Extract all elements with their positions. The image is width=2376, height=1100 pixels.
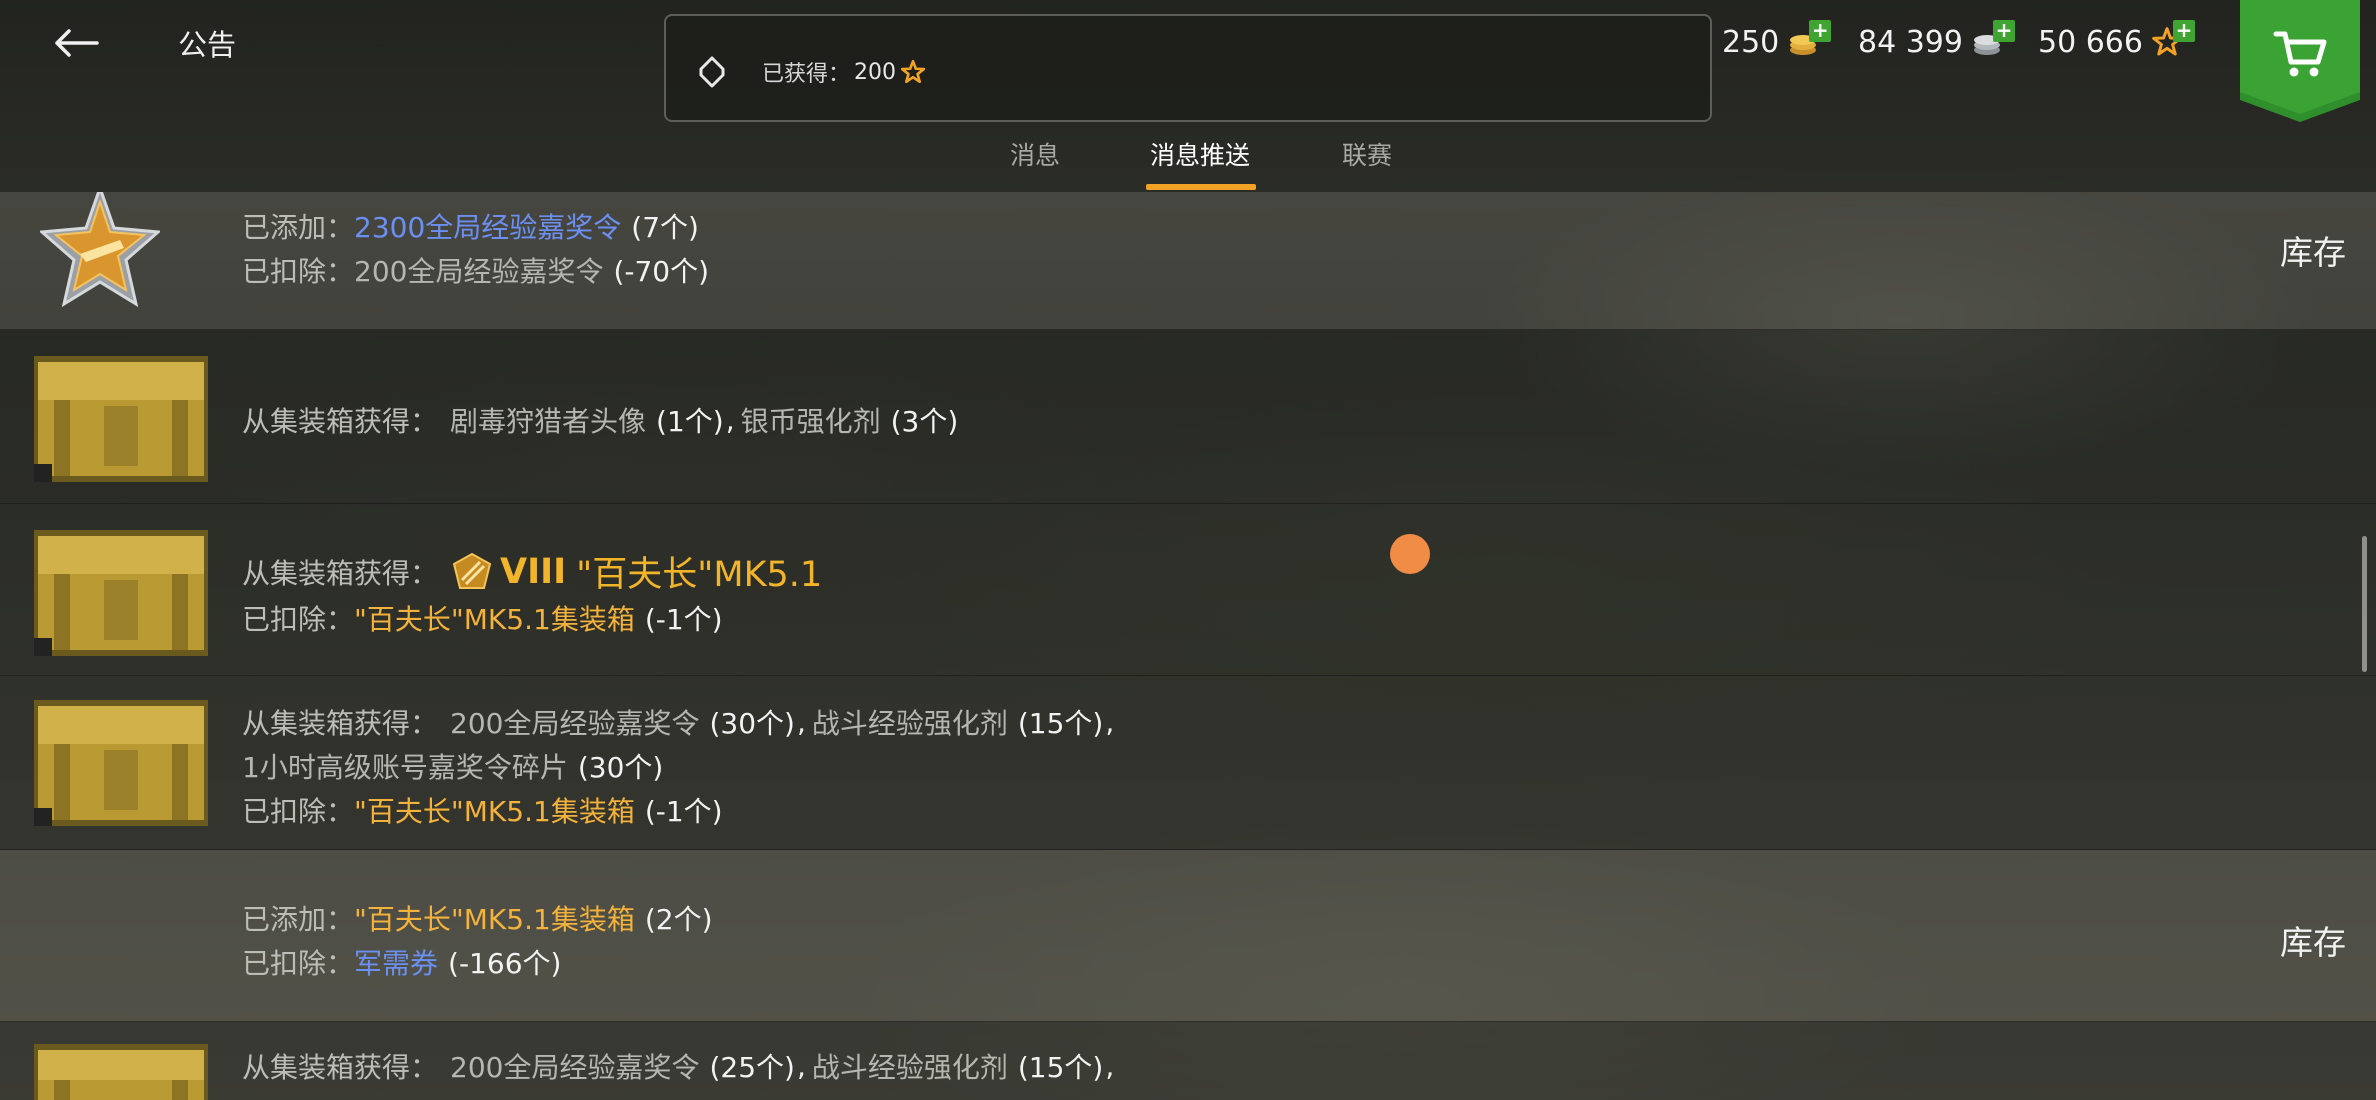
container-crate-icon	[34, 1044, 208, 1100]
top-bar: 公告 已获得： 200 250 + 84 399 + 50 666 + 消息 消…	[0, 0, 2376, 192]
add-gold-icon[interactable]: +	[1809, 20, 1832, 42]
inventory-button[interactable]: 库存	[2280, 226, 2346, 274]
tab-bar: 消息 消息推送 联赛	[0, 130, 2376, 192]
free-xp-amount: 50 666	[2038, 24, 2143, 60]
tab-message-push[interactable]: 消息推送	[1150, 136, 1250, 172]
tab-messages[interactable]: 消息	[1010, 136, 1060, 172]
line-obtained-cont: 1小时高级账号嘉奖令碎片 (30个)	[242, 751, 664, 784]
xp-star-medal-icon	[40, 192, 160, 308]
active-tab-indicator	[1146, 184, 1256, 190]
free-xp-star-icon: +	[2151, 20, 2195, 58]
tab-league[interactable]: 联赛	[1342, 136, 1392, 172]
add-free-xp-icon[interactable]: +	[2172, 20, 2195, 42]
container-crate-icon	[34, 530, 208, 656]
inventory-button[interactable]: 库存	[2280, 916, 2346, 964]
list-item[interactable]: 从集装箱获得： VIII "百夫长"MK5.1 已扣除： "百夫长"MK5.1集…	[0, 504, 2376, 676]
gold-amount: 250	[1722, 24, 1780, 60]
free-xp-balance[interactable]: 50 666 +	[2038, 20, 2195, 64]
notice-label: 已获得：	[762, 62, 851, 87]
shop-button[interactable]	[2240, 0, 2360, 122]
line-obtained: 从集装箱获得： 200全局经验嘉奖令 (25个) , 战斗经验强化剂 (15个)…	[242, 1049, 1115, 1085]
line-obtained: 从集装箱获得： 剧毒狩猎者头像 (1个) , 银币强化剂 (3个)	[242, 403, 959, 439]
back-button[interactable]	[44, 16, 108, 70]
line-obtained: 从集装箱获得： 200全局经验嘉奖令 (30个) , 战斗经验强化剂 (15个)…	[242, 705, 1115, 741]
scrollbar[interactable]	[2362, 536, 2367, 672]
line-added: 已添加： "百夫长"MK5.1集装箱 (2个)	[242, 903, 713, 936]
silver-balance[interactable]: 84 399 +	[1858, 20, 2015, 64]
list-item[interactable]: 从集装箱获得： 剧毒狩猎者头像 (1个) , 银币强化剂 (3个)	[0, 330, 2376, 504]
back-arrow-icon	[55, 29, 99, 57]
container-crate-icon	[34, 356, 208, 482]
list-item[interactable]: 从集装箱获得： 200全局经验嘉奖令 (30个) , 战斗经验强化剂 (15个)…	[0, 676, 2376, 850]
tank-type-icon	[452, 552, 492, 589]
gold-coins-icon: +	[1787, 20, 1832, 58]
list-item[interactable]: 从集装箱获得： 200全局经验嘉奖令 (25个) , 战斗经验强化剂 (15个)…	[0, 1022, 2376, 1100]
item-link[interactable]: 2300全局经验嘉奖令	[354, 206, 621, 246]
line-deducted: 已扣除： 200全局经验嘉奖令 (-70个)	[242, 255, 710, 288]
gold-balance[interactable]: 250 +	[1722, 20, 1832, 64]
line-deducted: 已扣除： "百夫长"MK5.1集装箱 (-1个)	[242, 795, 723, 828]
container-crate-icon	[34, 700, 208, 826]
line-obtained: 从集装箱获得： VIII "百夫长"MK5.1	[242, 546, 822, 597]
add-silver-icon[interactable]: +	[1992, 20, 2015, 42]
line-added: 已添加： 2300全局经验嘉奖令 (7个)	[242, 206, 699, 246]
exchange-icon	[699, 56, 725, 88]
notice-text: 已获得： 200	[762, 56, 926, 88]
notice-banner[interactable]: 已获得： 200	[664, 14, 1712, 122]
list-item[interactable]: 已添加： "百夫长"MK5.1集装箱 (2个) 已扣除： 军需券 (-166个)…	[0, 850, 2376, 1022]
line-deducted: 已扣除： 军需券 (-166个)	[242, 947, 562, 980]
line-deducted: 已扣除： "百夫长"MK5.1集装箱 (-1个)	[242, 603, 723, 636]
free-xp-star-icon	[900, 59, 926, 84]
notice-value: 200	[854, 59, 897, 85]
page-title: 公告	[178, 28, 237, 62]
touch-indicator	[1390, 534, 1430, 574]
silver-amount: 84 399	[1858, 24, 1963, 60]
tank-tier: VIII	[500, 551, 567, 592]
list-item[interactable]: 已添加： 2300全局经验嘉奖令 (7个) 已扣除： 200全局经验嘉奖令 (-…	[0, 192, 2376, 330]
silver-coins-icon: +	[1971, 20, 2015, 58]
tank-name[interactable]: "百夫长"MK5.1	[576, 546, 822, 597]
